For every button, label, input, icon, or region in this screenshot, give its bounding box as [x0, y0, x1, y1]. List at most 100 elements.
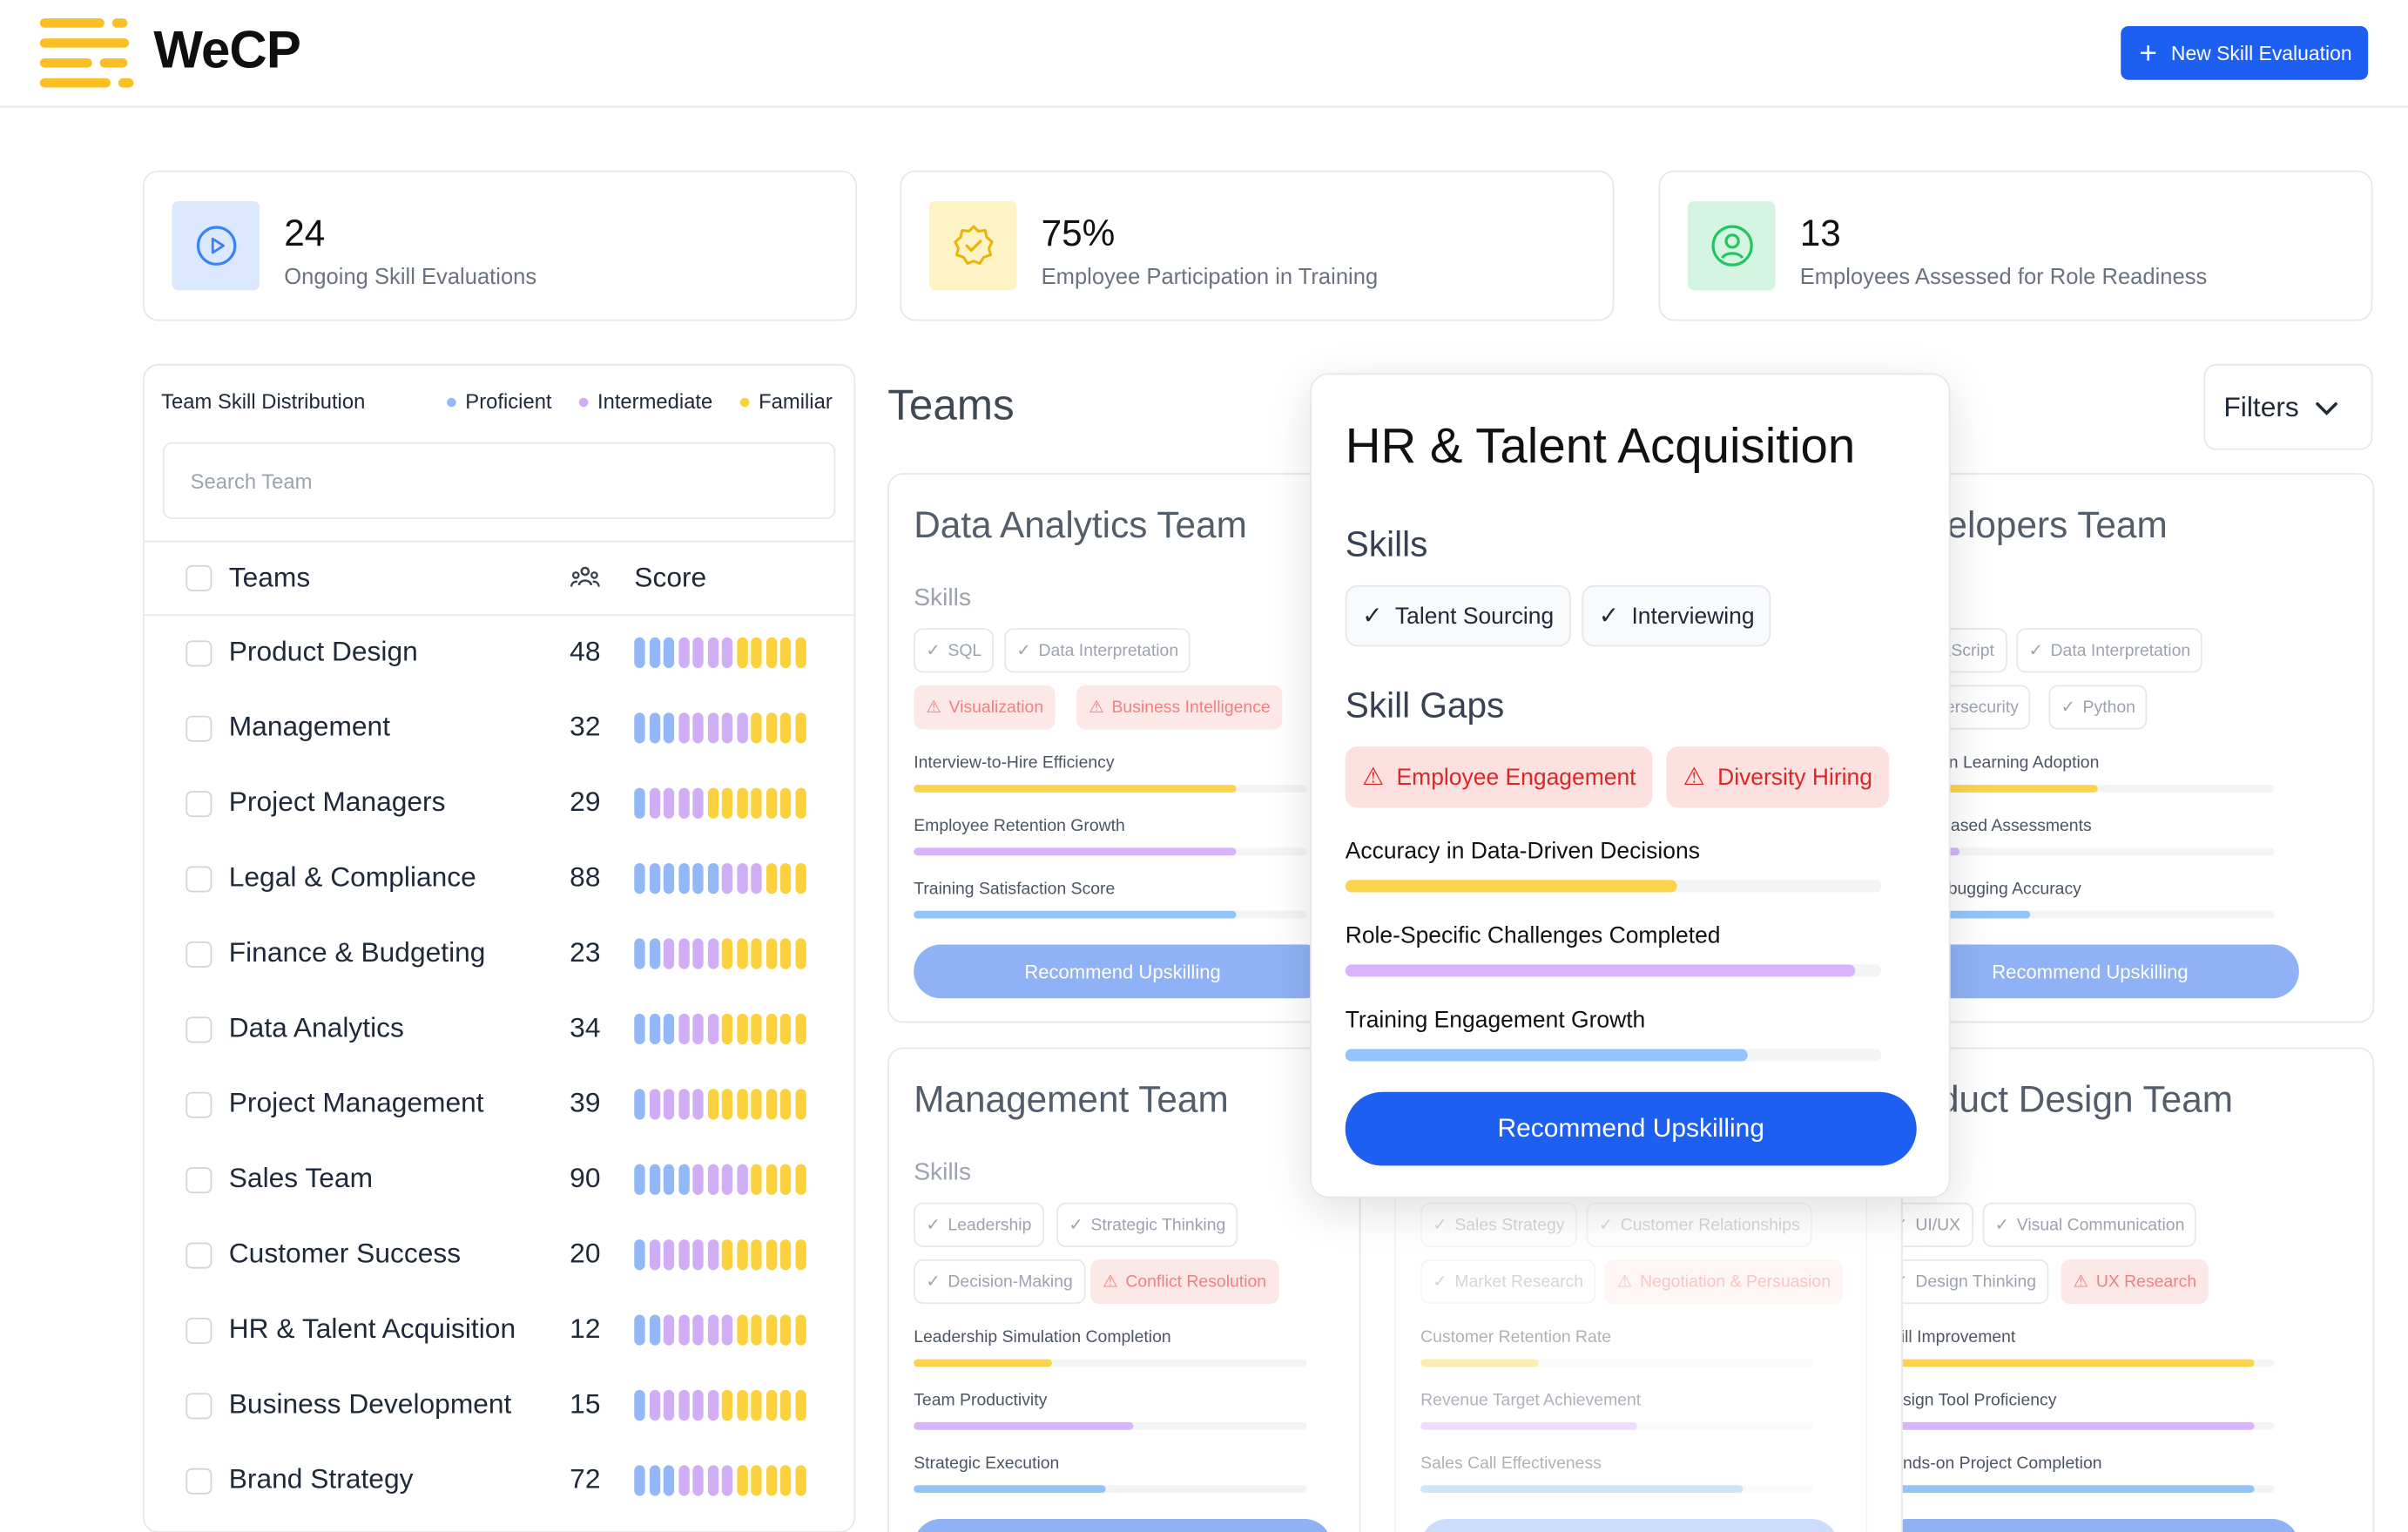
skill-distribution-bar [634, 1013, 806, 1045]
table-row[interactable]: Sales Team 90 [145, 1143, 854, 1218]
metric-progress-bar [1420, 1421, 1814, 1430]
team-skill-distribution-panel: Team Skill Distribution Proficient Inter… [142, 363, 856, 1532]
score-bar-segment [721, 938, 733, 969]
table-row[interactable]: HR & Talent Acquisition 12 [145, 1293, 854, 1368]
popup-metric-label: Accuracy in Data-Driven Decisions [1345, 838, 1700, 865]
score-bar-segment [663, 863, 675, 894]
table-row[interactable]: Project Managers 29 [145, 766, 854, 841]
score-bar-segment [663, 712, 675, 744]
score-bar-segment [678, 1164, 689, 1195]
skill-chip: ✓ Decision-Making [914, 1259, 1085, 1305]
table-row[interactable]: Product Design 48 [145, 616, 854, 691]
popup-recommend-upskilling-button[interactable]: Recommend Upskilling [1345, 1091, 1917, 1166]
table-row[interactable]: Finance & Budgeting 23 [145, 917, 854, 992]
legend-intermediate: Intermediate [578, 390, 712, 413]
filters-label: Filters [2223, 390, 2299, 422]
filters-dropdown[interactable]: Filters [2203, 363, 2373, 450]
row-checkbox[interactable] [185, 1242, 212, 1269]
score-bar-segment [779, 938, 792, 969]
recommend-upskilling-button[interactable]: Recommend Upskilling [1902, 944, 2299, 999]
table-row[interactable]: Business Development 15 [145, 1368, 854, 1443]
stat-card-training-participation: 75% Employee Participation in Training [900, 170, 1615, 321]
row-checkbox[interactable] [185, 715, 212, 742]
check-icon: ✓ [2028, 642, 2043, 661]
row-checkbox[interactable] [185, 941, 212, 968]
table-row[interactable]: Customer Success 20 [145, 1218, 854, 1292]
team-card-title: Management Team [914, 1079, 1229, 1122]
team-name: Product Design [228, 636, 418, 667]
search-team-input[interactable]: Search Team [162, 442, 836, 520]
check-icon: ✓ [1433, 1216, 1447, 1235]
skill-chip: ✓Design Thinking [1902, 1259, 2049, 1305]
warning-icon: ⚠ [1683, 765, 1705, 792]
score-bar-segment [634, 1239, 645, 1271]
table-row[interactable]: Legal & Compliance 88 [145, 841, 854, 916]
score-bar-segment [779, 787, 792, 819]
brand-name: WeCP [153, 21, 301, 80]
skill-gap-chip: ⚠ Negotiation & Persuasion [1604, 1259, 1844, 1305]
table-row[interactable]: Project Management 39 [145, 1068, 854, 1143]
row-checkbox[interactable] [185, 1393, 212, 1420]
team-name: Management [228, 711, 391, 742]
score-bar-segment [707, 1164, 718, 1195]
new-skill-evaluation-button[interactable]: + New Skill Evaluation [2121, 25, 2369, 80]
row-checkbox[interactable] [185, 640, 212, 667]
score-bar-segment [736, 712, 747, 744]
score-bar-segment [766, 938, 777, 969]
skill-distribution-bar [634, 712, 806, 744]
score-bar-segment [721, 1314, 733, 1346]
skill-chip: ✓UI/UX [1902, 1202, 1973, 1247]
team-card[interactable]: Data Analytics Team Skills ✓ SQL ✓ Data Inter… [887, 473, 1361, 1023]
score-bar-segment [649, 863, 660, 894]
stat-label: Ongoing Skill Evaluations [284, 266, 537, 291]
team-card[interactable]: Developers TeamSkills✓JavaScript✓Data In… [1901, 473, 2375, 1023]
row-checkbox[interactable] [185, 1317, 212, 1344]
table-row[interactable]: Brand Strategy 72 [145, 1444, 854, 1519]
row-checkbox[interactable] [185, 1091, 212, 1118]
recommend-upskilling-button[interactable]: Recommend Upskilling [1420, 1519, 1838, 1532]
score-bar-segment [721, 1013, 733, 1045]
table-row[interactable]: Management 32 [145, 692, 854, 766]
score-bar-segment [736, 637, 747, 669]
recommend-upskilling-button[interactable]: Recommend Upskilling [914, 1519, 1332, 1532]
metric-progress-bar [1902, 1485, 2275, 1494]
score-bar-segment [751, 1089, 762, 1120]
row-checkbox[interactable] [185, 1468, 212, 1495]
table-row[interactable]: Data Analytics 34 [145, 992, 854, 1067]
score-bar-segment [692, 1465, 704, 1496]
check-icon: ✓ [1016, 642, 1031, 661]
score-bar-segment [736, 863, 747, 894]
score-bar-segment [779, 1239, 792, 1271]
select-all-checkbox[interactable] [185, 564, 212, 591]
score-bar-segment [766, 1089, 777, 1120]
row-checkbox[interactable] [185, 1016, 212, 1043]
score-bar-segment [663, 1239, 675, 1271]
check-icon: ✓ [1598, 604, 1620, 630]
team-members-icon [570, 562, 600, 600]
team-card[interactable]: Product Design TeamSkills✓UI/UX✓Visual C… [1901, 1047, 2375, 1532]
wecp-logo[interactable] [39, 18, 135, 89]
recommend-upskilling-button[interactable]: Recommend Upskilling [1902, 1519, 2299, 1532]
team-name: Project Managers [228, 786, 446, 818]
skill-chip: ✓ Python [2048, 685, 2148, 730]
metric-progress-bar [1902, 910, 2275, 919]
score-bar-segment [721, 1164, 733, 1195]
team-card[interactable]: Management Team Skills ✓ Leadership ✓ Strateg… [887, 1047, 1361, 1532]
team-card-title: Data Analytics Team [914, 505, 1247, 547]
recommend-upskilling-button[interactable]: Recommend Upskilling [914, 944, 1332, 999]
badge-check-icon [928, 201, 1017, 291]
score-bar-segment [751, 1314, 762, 1346]
score-bar-segment [766, 863, 777, 894]
row-checkbox[interactable] [185, 866, 212, 893]
team-score: 29 [570, 786, 601, 818]
warning-icon: ⚠ [1616, 1272, 1633, 1292]
row-checkbox[interactable] [185, 791, 212, 818]
team-name: Data Analytics [228, 1012, 404, 1043]
skill-chip: ✓ Visual Communication [1982, 1202, 2197, 1247]
popup-skill-gaps-heading: Skill Gaps [1345, 685, 1505, 726]
stat-card-ongoing-evaluations: 24 Ongoing Skill Evaluations [142, 170, 857, 321]
team-name: Business Development [228, 1388, 512, 1420]
score-bar-segment [779, 1465, 792, 1496]
row-checkbox[interactable] [185, 1167, 212, 1194]
team-score: 88 [570, 861, 601, 893]
